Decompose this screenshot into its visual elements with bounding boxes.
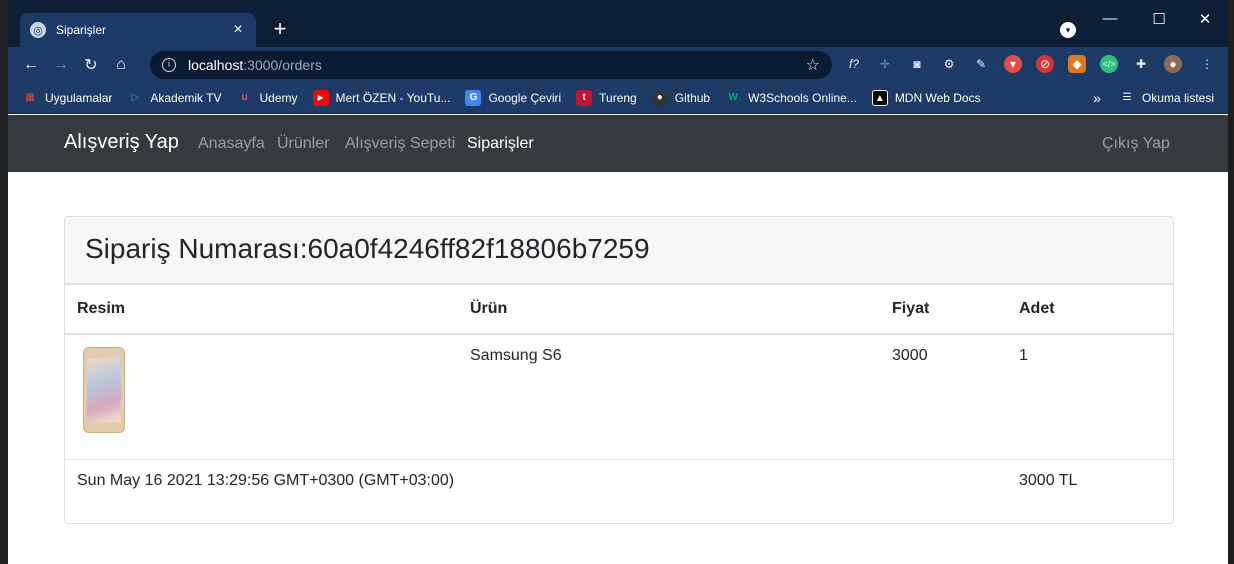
table-row: Samsung S6 3000 1 [65,333,1173,460]
bookmark-google-translate[interactable]: G Google Çeviri [465,89,561,106]
w3schools-icon: W [728,91,738,103]
bookmark-youtube[interactable]: ▶ Mert ÖZEN - YouTu... [312,89,450,106]
udemy-icon: u [241,91,248,103]
bookmarks-right: » ☰ Okuma listesi [1093,82,1214,114]
mdn-icon: ▲ [871,89,888,106]
order-card-header: Sipariş Numarası:60a0f4246ff82f18806b725… [65,217,1173,284]
metamask-icon[interactable]: ◆ [1068,55,1086,73]
product-name: Samsung S6 [458,333,880,460]
column-header-quantity: Adet [1007,284,1173,335]
github-icon: ● [651,89,668,106]
minimize-button[interactable]: — [1098,10,1122,27]
column-header-product: Ürün [458,284,880,335]
tab-strip: ◎ Siparişler × + ▾ — ☐ ✕ [8,0,1228,47]
product-image-cell [65,333,458,460]
youtube-icon: ▶ [312,89,329,106]
bookmark-udemy[interactable]: u Udemy [237,90,297,106]
browser-window: ◎ Siparişler × + ▾ — ☐ ✕ ← → ↻ ⌂ i local… [8,0,1228,564]
bookmark-akademik-tv[interactable]: ▷ Akademik TV [127,90,222,106]
bookmark-star-icon[interactable]: ☆ [806,55,820,75]
color-picker-icon[interactable]: ✎ [972,55,990,73]
brand-link[interactable]: Alışveriş Yap [64,131,179,154]
more-bookmarks-icon[interactable]: » [1093,90,1101,106]
forward-button[interactable]: → [46,56,76,74]
avatar[interactable]: ● [1164,55,1182,73]
tureng-icon: t [576,89,593,106]
order-date: Sun May 16 2021 13:29:56 GMT+0300 (GMT+0… [77,472,455,489]
nav-link-orders[interactable]: Siparişler [467,135,534,153]
maximize-button[interactable]: ☐ [1147,10,1171,28]
bookmark-w3schools[interactable]: W W3Schools Online... [725,90,856,106]
nav-link-home[interactable]: Anasayfa [198,135,265,153]
akademik-tv-icon: ▷ [131,91,140,103]
bookmark-mdn[interactable]: ▲ MDN Web Docs [871,89,981,106]
browser-toolbar: ← → ↻ ⌂ i localhost:3000/orders ☆ f? ✛ ◙… [8,47,1228,82]
tab-title: Siparişler [56,23,107,37]
nav-link-cart[interactable]: Alışveriş Sepeti [345,135,455,153]
tab-search-icon[interactable]: ▾ [1060,22,1076,38]
back-button[interactable]: ← [16,56,46,74]
product-quantity: 1 [1007,333,1173,460]
bookmark-apps[interactable]: ▦ Uygulamalar [22,90,112,106]
bookmark-tureng[interactable]: t Tureng [576,89,637,106]
gear-icon[interactable]: ⚙ [940,55,958,73]
column-header-image: Resim [65,284,458,335]
globe-icon: ◎ [30,22,46,38]
reading-list-icon: ☰ [1122,92,1132,103]
tab-orders[interactable]: ◎ Siparişler × [20,13,256,47]
order-number-title: Sipariş Numarası:60a0f4246ff82f18806b725… [85,233,650,264]
google-translate-icon: G [465,89,482,106]
order-summary-row: Sun May 16 2021 13:29:56 GMT+0300 (GMT+0… [65,460,1173,523]
ruler-icon[interactable]: ✛ [876,55,894,73]
block-icon[interactable]: ⊘ [1036,55,1054,73]
address-bar[interactable]: i localhost:3000/orders ☆ [150,51,832,79]
close-tab-icon[interactable]: × [230,22,246,38]
order-card: Sipariş Numarası:60a0f4246ff82f18806b725… [64,216,1174,524]
order-items-table: Resim Ürün Fiyat Adet Samsung S6 3000 1 … [65,284,1173,523]
new-tab-button[interactable]: + [269,18,291,40]
product-price: 3000 [880,333,1007,460]
column-header-price: Fiyat [880,284,1007,335]
bookmarks-bar: ▦ Uygulamalar ▷ Akademik TV u Udemy ▶ Me… [8,82,1228,114]
nav-link-products[interactable]: Ürünler [277,135,329,153]
code-extension-icon[interactable]: </> [1100,55,1118,73]
samsung-phone-image [83,346,125,433]
save-extension-icon[interactable]: ▾ [1004,55,1022,73]
camera-icon[interactable]: ◙ [908,55,926,73]
site-info-icon[interactable]: i [162,58,176,72]
menu-kebab-icon[interactable]: ⋮ [1198,55,1216,73]
puzzle-icon[interactable]: ✚ [1132,55,1150,73]
background-window-strip [0,0,8,564]
logout-link[interactable]: Çıkış Yap [1102,135,1170,153]
close-window-button[interactable]: ✕ [1193,10,1217,28]
reading-list-button[interactable]: ☰ Okuma listesi [1119,90,1214,106]
table-header-row: Resim Ürün Fiyat Adet [65,284,1173,335]
order-total: 3000 TL [1019,472,1078,489]
url-text[interactable]: localhost:3000/orders [188,57,806,73]
apps-grid-icon: ▦ [25,91,35,103]
reload-button[interactable]: ↻ [76,55,106,75]
font-finder-icon[interactable]: f? [845,55,863,73]
home-button[interactable]: ⌂ [106,56,136,74]
bookmark-github[interactable]: ● Github [651,89,710,106]
app-navbar: Alışveriş Yap Anasayfa Ürünler Alışveriş… [8,115,1228,172]
